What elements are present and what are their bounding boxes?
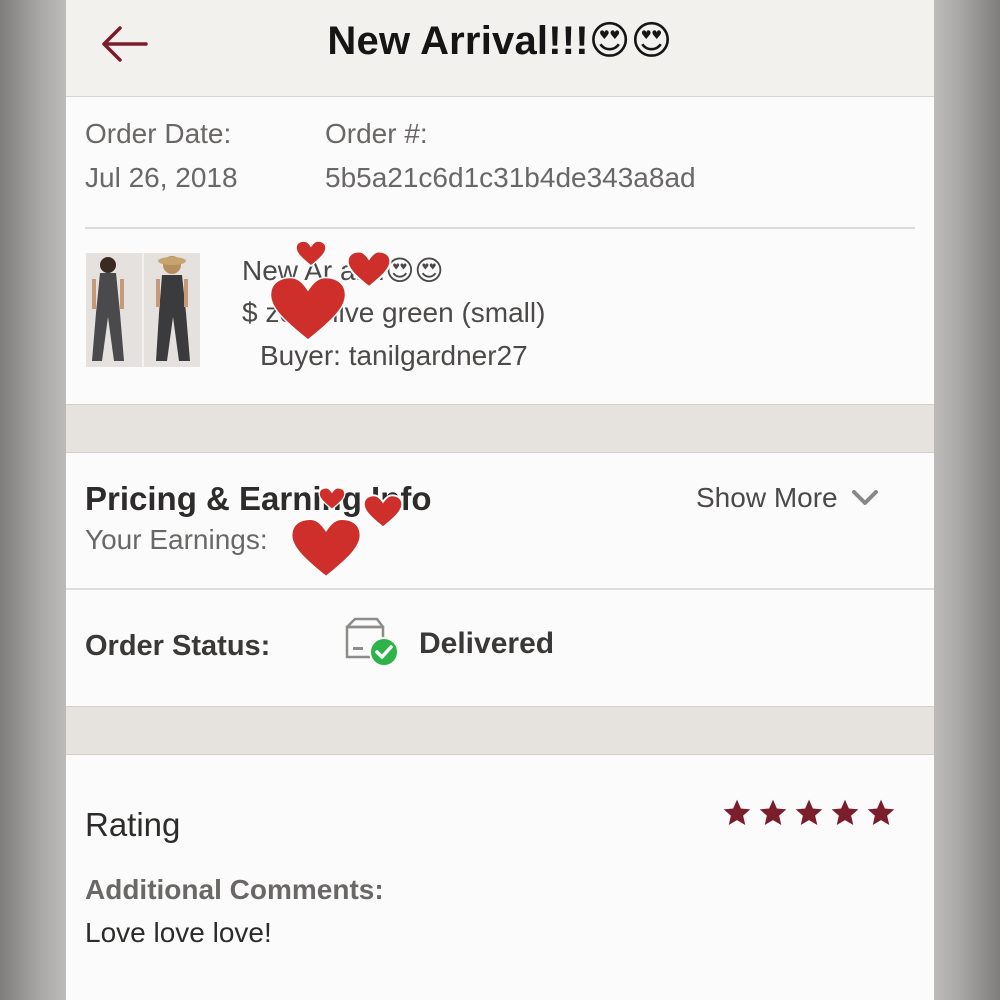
additional-comments-label: Additional Comments: [85, 874, 384, 905]
jumpsuit-photo [86, 253, 200, 367]
star-icon [723, 799, 751, 825]
order-date-label: Order Date: [85, 118, 232, 149]
section-separator [66, 404, 934, 453]
background-blur-left [0, 0, 66, 1000]
rating-stars [721, 797, 897, 829]
order-number-label: Order #: [325, 118, 428, 149]
show-more-button[interactable]: Show More [696, 482, 880, 514]
divider [66, 588, 934, 590]
order-status-value: Delivered [419, 627, 555, 660]
star-icon [867, 799, 895, 825]
divider [85, 227, 915, 229]
your-earnings-label: Your Earnings: [85, 524, 268, 555]
star-icon [795, 799, 823, 825]
order-status-label: Order Status: [85, 630, 271, 662]
show-more-label: Show More [696, 482, 838, 513]
star-icon [759, 799, 787, 825]
page-title: New Arrival!!!😍😍 [327, 19, 673, 63]
order-date-value: Jul 26, 2018 [85, 162, 238, 193]
heart-sticker-icon [291, 518, 361, 578]
item-thumbnail[interactable] [86, 253, 200, 367]
rating-label: Rating [85, 806, 181, 843]
order-details-screen: New Arrival!!!😍😍 Order Date: Jul 26, 201… [66, 0, 934, 1000]
section-separator [66, 706, 934, 755]
background-blur-right [934, 0, 1000, 1000]
heart-sticker-icon [269, 276, 347, 341]
additional-comments-text: Love love love! [85, 917, 272, 948]
star-icon [831, 799, 859, 825]
chevron-down-icon [851, 490, 878, 505]
order-number-value: 5b5a21c6d1c31b4de343a8ad [325, 162, 696, 193]
header-bar: New Arrival!!!😍😍 [66, 0, 934, 97]
heart-sticker-icon [318, 487, 346, 511]
delivered-box-icon [345, 617, 399, 667]
heart-sticker-icon [295, 240, 327, 267]
